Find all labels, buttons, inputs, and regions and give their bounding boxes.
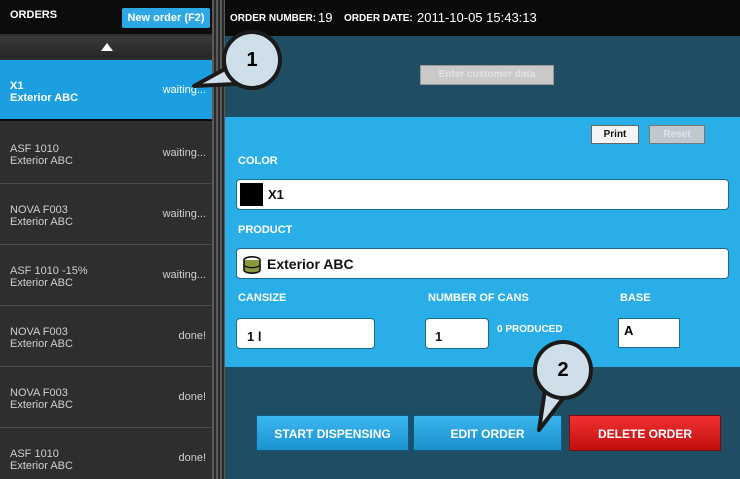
order-code: NOVA F003 xyxy=(10,326,68,338)
orders-sidebar: ORDERS New order (F2) X1 Exterior ABC wa… xyxy=(0,0,212,479)
orders-title: ORDERS xyxy=(10,9,58,21)
order-form-panel: Print Reset COLOR X1 PRODUCT Exterior AB… xyxy=(225,117,740,367)
order-list-item[interactable]: ASF 1010 Exterior ABC waiting... xyxy=(0,123,212,184)
order-list-item[interactable]: ASF 1010 -15% Exterior ABC waiting... xyxy=(0,245,212,306)
order-product: Exterior ABC xyxy=(10,460,73,472)
order-status: waiting... xyxy=(162,147,206,159)
product-label: PRODUCT xyxy=(238,224,293,236)
base-label: BASE xyxy=(620,292,651,304)
callout-1: 1 xyxy=(190,30,290,110)
cansize-field[interactable]: 1 l xyxy=(236,318,375,349)
order-number-value: 19 xyxy=(318,10,333,25)
order-date-value: 2011-10-05 15:43:13 xyxy=(417,10,537,25)
order-code: ASF 1010 xyxy=(10,143,59,155)
color-field[interactable]: X1 xyxy=(236,179,729,210)
color-swatch xyxy=(240,183,263,206)
reset-button[interactable]: Reset xyxy=(649,125,705,144)
color-label: COLOR xyxy=(238,155,278,167)
base-value: A xyxy=(624,323,634,338)
order-status: waiting... xyxy=(162,269,206,281)
order-detail-pane: ORDER NUMBER: 19 ORDER DATE: 2011-10-05 … xyxy=(225,0,740,479)
base-field[interactable]: A xyxy=(618,318,680,348)
order-product: Exterior ABC xyxy=(10,155,73,167)
product-value: Exterior ABC xyxy=(267,256,354,272)
color-value: X1 xyxy=(268,187,284,202)
scroll-up-button[interactable] xyxy=(0,36,212,58)
paint-can-icon xyxy=(242,255,262,278)
arrow-up-icon xyxy=(101,43,113,51)
cansize-value: 1 l xyxy=(247,329,262,344)
order-code: X1 xyxy=(10,80,24,92)
order-status: done! xyxy=(178,452,206,464)
number-of-cans-value: 1 xyxy=(435,329,443,344)
callout-number: 2 xyxy=(533,340,593,400)
product-field[interactable]: Exterior ABC xyxy=(236,248,729,279)
order-product: Exterior ABC xyxy=(10,92,79,104)
new-order-button[interactable]: New order (F2) xyxy=(122,8,210,28)
start-dispensing-button[interactable]: START DISPENSING xyxy=(256,415,409,451)
number-of-cans-field[interactable]: 1 xyxy=(425,318,489,349)
enter-customer-data-button[interactable]: Enter customer data xyxy=(420,65,554,85)
order-list-item[interactable]: NOVA F003 Exterior ABC waiting... xyxy=(0,184,212,245)
produced-count: 0 PRODUCED xyxy=(497,324,563,335)
order-status: waiting... xyxy=(162,208,206,220)
callout-2: 2 xyxy=(515,340,615,435)
order-product: Exterior ABC xyxy=(10,338,73,350)
sidebar-header: ORDERS New order (F2) xyxy=(0,0,212,34)
callout-number: 1 xyxy=(222,30,282,90)
order-list-item[interactable]: ASF 1010 Exterior ABC done! xyxy=(0,428,212,479)
order-code: NOVA F003 xyxy=(10,387,68,399)
order-list-item[interactable]: X1 Exterior ABC waiting... xyxy=(0,60,212,121)
order-number-label: ORDER NUMBER: xyxy=(230,13,317,24)
print-button[interactable]: Print xyxy=(591,125,639,144)
cansize-label: CANSIZE xyxy=(238,292,287,304)
number-of-cans-label: NUMBER OF CANS xyxy=(428,292,529,304)
order-status: done! xyxy=(178,391,206,403)
order-date-label: ORDER DATE: xyxy=(344,13,413,24)
order-list-item[interactable]: NOVA F003 Exterior ABC done! xyxy=(0,306,212,367)
order-product: Exterior ABC xyxy=(10,277,73,289)
order-list-item[interactable]: NOVA F003 Exterior ABC done! xyxy=(0,367,212,428)
order-product: Exterior ABC xyxy=(10,216,73,228)
order-product: Exterior ABC xyxy=(10,399,73,411)
order-code: ASF 1010 -15% xyxy=(10,265,88,277)
order-code: ASF 1010 xyxy=(10,448,59,460)
order-status: done! xyxy=(178,330,206,342)
order-header: ORDER NUMBER: 19 ORDER DATE: 2011-10-05 … xyxy=(225,0,740,36)
order-code: NOVA F003 xyxy=(10,204,68,216)
